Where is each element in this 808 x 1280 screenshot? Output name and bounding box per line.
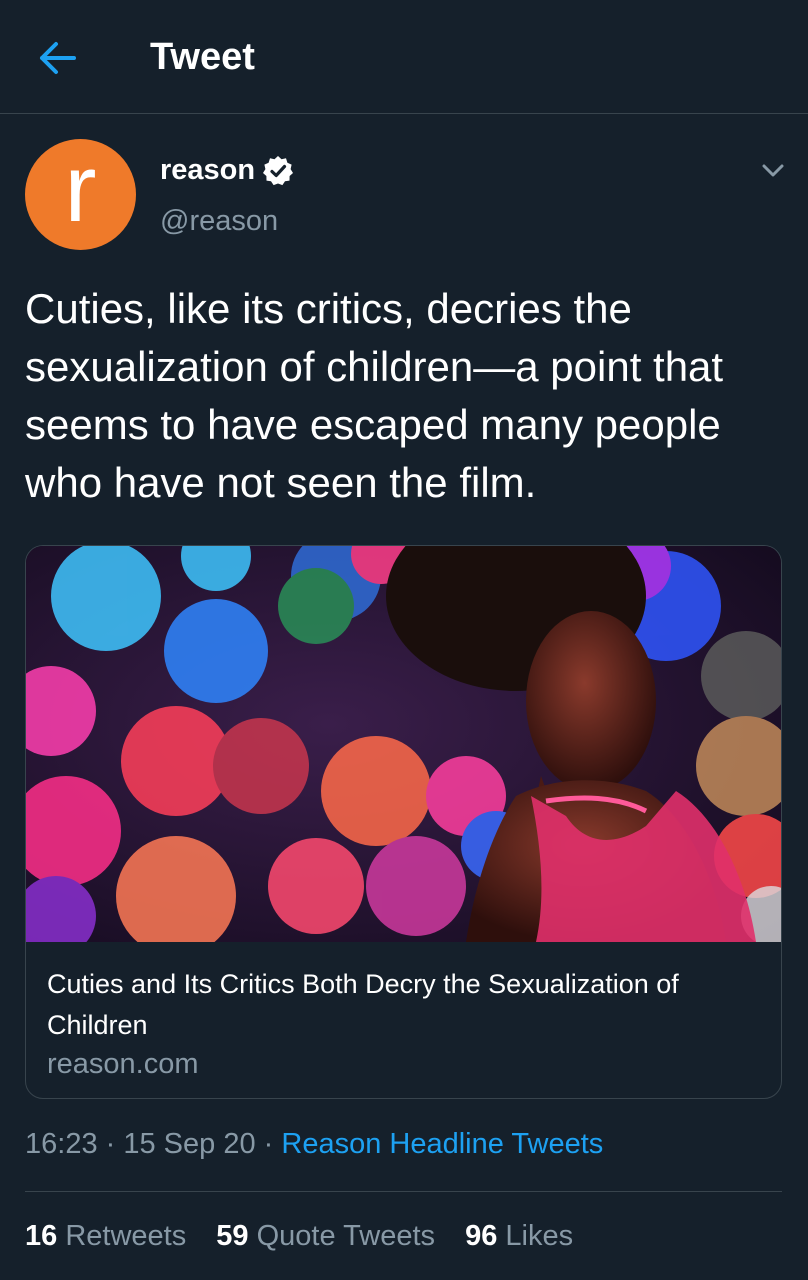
tweet-source-link[interactable]: Reason Headline Tweets xyxy=(281,1128,603,1160)
likes-stat[interactable]: 96 Likes xyxy=(465,1220,573,1253)
author-display-name[interactable]: reason xyxy=(160,154,255,187)
likes-label: Likes xyxy=(505,1220,574,1252)
card-title: Cuties and Its Critics Both Decry the Se… xyxy=(47,969,679,1040)
author-handle[interactable]: @reason xyxy=(160,205,278,238)
card-domain: reason.com xyxy=(47,1048,199,1080)
tweet-time: 16:23 xyxy=(25,1128,98,1160)
avatar-letter: r xyxy=(64,139,97,242)
retweets-label: Retweets xyxy=(65,1220,187,1252)
likes-count: 96 xyxy=(465,1220,498,1252)
arrow-left-icon[interactable] xyxy=(36,38,80,78)
quote-tweets-stat[interactable]: 59 Quote Tweets xyxy=(216,1220,435,1253)
tweet-date: 15 Sep 20 xyxy=(123,1128,256,1160)
top-bar: Tweet xyxy=(0,0,808,114)
tweet-stats: 16 Retweets 59 Quote Tweets 96 Likes xyxy=(25,1220,595,1253)
meta-separator: · xyxy=(97,1128,124,1160)
link-card[interactable]: Cuties and Its Critics Both Decry the Se… xyxy=(25,545,782,1099)
meta-separator: · xyxy=(255,1128,282,1160)
divider xyxy=(25,1191,782,1192)
quote-tweets-count: 59 xyxy=(216,1220,249,1252)
tweet-meta: 16:23 · 15 Sep 20 · Reason Headline Twee… xyxy=(25,1128,603,1161)
tweet-text: Cuties, like its critics, decries the se… xyxy=(25,285,724,506)
avatar[interactable]: r xyxy=(25,139,136,250)
page-title: Tweet xyxy=(150,36,255,78)
verified-badge-icon xyxy=(262,155,294,187)
quote-tweets-label: Quote Tweets xyxy=(256,1220,436,1252)
chevron-down-icon[interactable] xyxy=(756,157,790,185)
retweets-stat[interactable]: 16 Retweets xyxy=(25,1220,186,1253)
card-image xyxy=(26,546,781,942)
retweets-count: 16 xyxy=(25,1220,58,1252)
